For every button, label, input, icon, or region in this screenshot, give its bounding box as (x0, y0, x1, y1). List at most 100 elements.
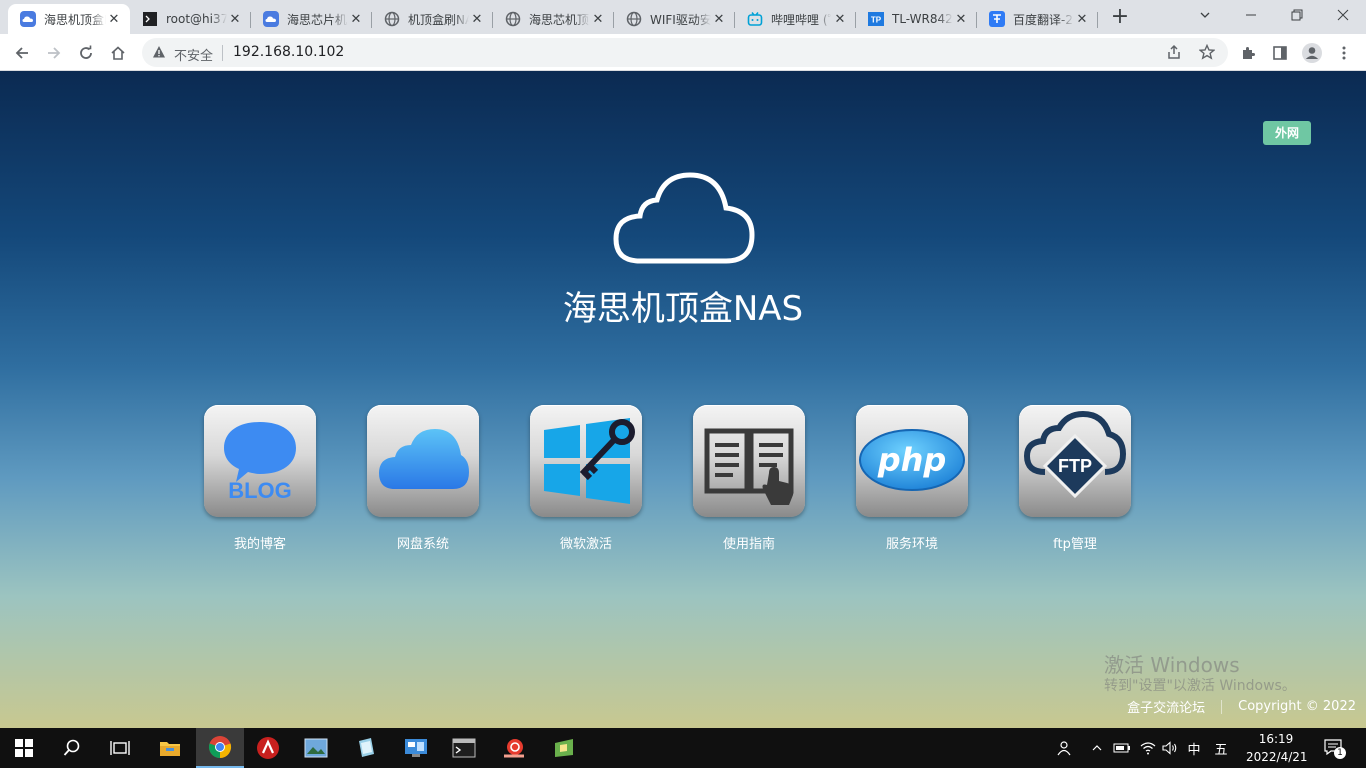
new-tab-button[interactable]: + (1108, 6, 1132, 30)
tab-title: 机顶盒刷NAS (408, 12, 469, 27)
menu-kebab-icon[interactable] (1330, 39, 1358, 67)
ime-language[interactable]: 中 (1184, 728, 1204, 768)
control-panel-icon[interactable] (392, 728, 440, 768)
app-cloud-disk[interactable]: 网盘系统 (367, 405, 479, 552)
notification-center-icon[interactable]: 1 (1318, 728, 1350, 768)
wifi-icon[interactable] (1138, 728, 1158, 768)
cloud-logo-icon (612, 171, 756, 270)
app-tile[interactable]: BLOG (204, 405, 316, 517)
close-icon[interactable]: ✕ (590, 11, 606, 27)
app-service-env[interactable]: php 服务环境 (856, 405, 968, 552)
cloud-favicon-icon (263, 11, 279, 27)
tab-title: 海思芯片机顶盒 (287, 12, 348, 27)
footer: 盒子交流论坛 Copyright © 2022 (1127, 697, 1356, 716)
forward-icon[interactable] (40, 39, 68, 67)
terminal-icon[interactable] (440, 728, 488, 768)
app-guide[interactable]: 使用指南 (693, 405, 805, 552)
ime-mode[interactable]: 五 (1210, 728, 1232, 768)
tab-title: 海思机顶盒NAS (44, 12, 106, 27)
app-label[interactable]: 服务环境 (856, 533, 968, 552)
app-label[interactable]: 我的博客 (204, 533, 316, 552)
url-text[interactable]: 192.168.10.102 (233, 44, 344, 60)
tab-flash-nas[interactable]: 机顶盒刷NAS ✕ (372, 4, 493, 34)
search-icon[interactable] (48, 728, 96, 768)
chrome-icon[interactable] (196, 728, 244, 768)
tab-bilibili[interactable]: 哔哩哔哩 (゜-゜) ✕ (735, 4, 856, 34)
taskbar: 中 五 16:19 2022/4/21 1 (0, 728, 1366, 768)
close-icon[interactable]: ✕ (832, 11, 848, 27)
close-icon[interactable]: ✕ (227, 11, 243, 27)
tab-search-icon[interactable] (1182, 0, 1228, 30)
app-red-icon[interactable] (244, 728, 292, 768)
blog-icon: BLOG (212, 412, 308, 511)
bookmark-star-icon[interactable] (1198, 43, 1216, 63)
app-ftp[interactable]: FTP ftp管理 (1019, 405, 1131, 552)
app-label[interactable]: 网盘系统 (367, 533, 479, 552)
task-view-icon[interactable] (96, 728, 144, 768)
tray-chevron-up-icon[interactable] (1088, 728, 1106, 768)
snail-icon[interactable] (490, 728, 538, 768)
copyright-text: Copyright © 2022 (1238, 699, 1356, 714)
close-icon[interactable]: ✕ (711, 11, 727, 27)
close-icon[interactable]: ✕ (953, 11, 969, 27)
reload-icon[interactable] (72, 39, 100, 67)
app-label[interactable]: ftp管理 (1019, 533, 1131, 552)
tab-hisi-stb[interactable]: 海思芯机顶盒 ✕ (493, 4, 614, 34)
address-bar[interactable]: 不安全 192.168.10.102 (142, 38, 1228, 67)
close-window-icon[interactable] (1320, 0, 1366, 30)
warning-icon[interactable] (152, 45, 166, 62)
minimize-icon[interactable] (1228, 0, 1274, 30)
tab-baidu-translate[interactable]: 百度翻译-200种 ✕ (977, 4, 1098, 34)
page-content: 外网 海思机顶盒NAS BLOG 我的博客 网盘系统 微软激活 使用指南 php… (0, 71, 1366, 728)
extensions-icon[interactable] (1234, 39, 1262, 67)
back-icon[interactable] (8, 39, 36, 67)
svg-text:TP: TP (871, 16, 882, 25)
app-ms-activation[interactable]: 微软激活 (530, 405, 642, 552)
globe-favicon-icon (505, 11, 521, 27)
tab-title: 百度翻译-200种 (1013, 12, 1074, 27)
share-icon[interactable] (1166, 44, 1182, 63)
bilibili-favicon-icon (747, 11, 763, 27)
tab-terminal[interactable]: root@hi3798mv100 ✕ (130, 4, 251, 34)
app-blog[interactable]: BLOG 我的博客 (204, 405, 316, 552)
close-icon[interactable]: ✕ (348, 11, 364, 27)
tab-hisi-chip[interactable]: 海思芯片机顶盒 ✕ (251, 4, 372, 34)
divider (222, 45, 223, 61)
tab-tplink[interactable]: TP TL-WR842N ✕ (856, 4, 977, 34)
side-panel-icon[interactable] (1266, 39, 1294, 67)
people-icon[interactable] (1052, 728, 1074, 768)
start-icon[interactable] (0, 728, 48, 768)
globe-favicon-icon (626, 11, 642, 27)
game-icon[interactable] (540, 728, 588, 768)
clock[interactable]: 16:19 2022/4/21 (1246, 730, 1308, 766)
forum-link[interactable]: 盒子交流论坛 (1127, 697, 1205, 716)
php-icon-text: php (877, 441, 947, 479)
profile-avatar-icon[interactable] (1298, 39, 1326, 67)
wan-badge[interactable]: 外网 (1263, 121, 1311, 145)
app-tile[interactable]: php (856, 405, 968, 517)
app-tile[interactable]: FTP (1019, 405, 1131, 517)
tab-title: root@hi3798mv100 (166, 12, 227, 26)
close-icon[interactable]: ✕ (469, 11, 485, 27)
app-label[interactable]: 使用指南 (693, 533, 805, 552)
security-label[interactable]: 不安全 (174, 45, 213, 64)
ftp-icon-text: FTP (1058, 456, 1092, 476)
close-icon[interactable]: ✕ (1074, 11, 1090, 27)
tab-title: TL-WR842N (892, 12, 953, 26)
volume-icon[interactable] (1160, 728, 1180, 768)
app-tile[interactable] (693, 405, 805, 517)
photos-icon[interactable] (292, 728, 340, 768)
home-icon[interactable] (104, 39, 132, 67)
tab-wifi-driver[interactable]: WIFI驱动安装 ✕ (614, 4, 735, 34)
notepad-icon[interactable] (342, 728, 390, 768)
battery-icon[interactable] (1112, 728, 1132, 768)
tab-nas[interactable]: 海思机顶盒NAS ✕ (8, 4, 130, 34)
app-label[interactable]: 微软激活 (530, 533, 642, 552)
app-tile[interactable] (530, 405, 642, 517)
file-explorer-icon[interactable] (146, 728, 194, 768)
restore-icon[interactable] (1274, 0, 1320, 30)
tab-title: WIFI驱动安装 (650, 12, 711, 27)
close-icon[interactable]: ✕ (106, 11, 122, 27)
app-tile[interactable] (367, 405, 479, 517)
php-icon: php (858, 428, 966, 495)
